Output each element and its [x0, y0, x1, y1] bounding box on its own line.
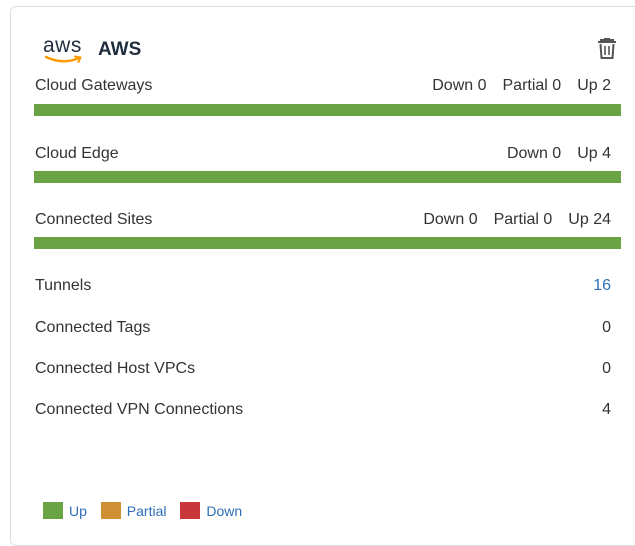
legend-item-up: Up [43, 502, 87, 519]
tunnels-count-link[interactable]: 16 [593, 277, 611, 295]
cloud-gateways-down: Down 0 [432, 77, 487, 94]
legend-item-down: Down [180, 502, 242, 519]
trash-icon[interactable] [597, 38, 617, 60]
aws-logo-icon: aws [43, 34, 91, 66]
cloud-gateways-up: Up 2 [577, 77, 611, 94]
cloud-gateways-up-bar [34, 104, 621, 116]
tunnels-label: Tunnels [35, 277, 92, 294]
legend-swatch-partial [100, 502, 121, 519]
cloud-gateways-status: Down 0 Partial 0 Up 2 [416, 77, 611, 95]
connected-tags-label: Connected Tags [35, 319, 151, 336]
connected-host-vpcs-label: Connected Host VPCs [35, 360, 196, 377]
provider-title: AWS [98, 39, 142, 60]
card-header: aws AWS [34, 34, 617, 66]
cloud-edge-up-bar [34, 171, 621, 183]
connected-sites-label: Connected Sites [35, 211, 153, 228]
cloud-gateways-partial: Partial 0 [502, 77, 562, 94]
legend-label-down: Down [206, 502, 243, 519]
connected-sites-down: Down 0 [423, 211, 478, 228]
legend-swatch-up [43, 502, 63, 519]
connected-sites-up-bar [34, 237, 621, 249]
status-legend: Up Partial Down [43, 502, 252, 522]
legend-swatch-down [180, 502, 201, 519]
connected-vpn-connections-value: 4 [602, 401, 611, 418]
cloud-edge-up: Up 4 [577, 145, 611, 162]
cloud-edge-down: Down 0 [506, 145, 562, 162]
connected-host-vpcs-value: 0 [602, 360, 611, 377]
cloud-edge-label: Cloud Edge [35, 145, 119, 162]
connected-sites-status: Down 0 Partial 0 Up 24 [407, 211, 611, 229]
legend-item-partial: Partial [100, 502, 167, 519]
legend-label-partial: Partial [126, 502, 167, 519]
connected-sites-partial: Partial 0 [493, 211, 553, 228]
connected-vpn-connections-label: Connected VPN Connections [35, 401, 244, 418]
cloud-edge-status: Down 0 Up 4 [491, 145, 611, 163]
connected-tags-value: 0 [602, 319, 611, 336]
legend-label-up: Up [69, 502, 87, 519]
cloud-gateways-label: Cloud Gateways [35, 77, 153, 94]
connected-sites-up: Up 24 [568, 211, 611, 228]
